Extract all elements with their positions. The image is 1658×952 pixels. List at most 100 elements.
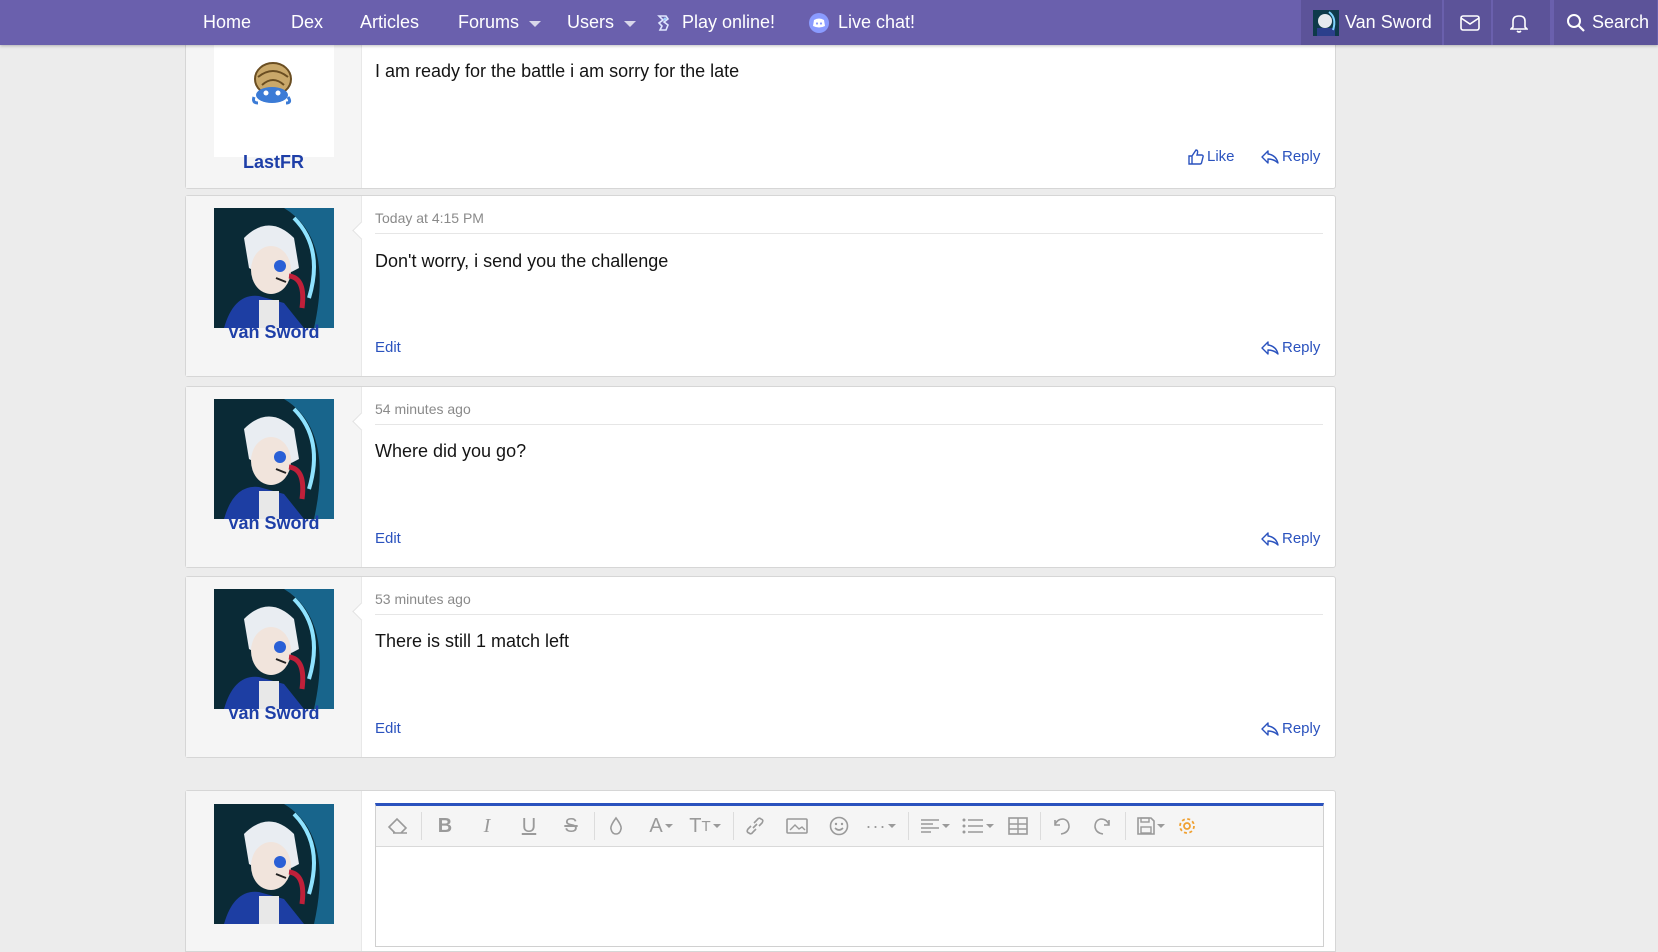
gear-icon[interactable]	[1175, 814, 1199, 838]
size-icon[interactable]: TT	[686, 814, 724, 838]
editor-toolbar: B I U S A TT ···	[376, 806, 1323, 847]
image-icon[interactable]	[785, 814, 809, 838]
nav-home-label: Home	[203, 12, 252, 32]
search-button[interactable]: Search	[1566, 0, 1649, 45]
reply-label: Reply	[1282, 720, 1321, 737]
post-timestamp[interactable]: 53 minutes ago	[375, 591, 471, 607]
post-username[interactable]: LastFR	[186, 152, 361, 173]
avatar	[214, 589, 334, 709]
edit-button[interactable]: Edit	[375, 530, 401, 547]
rich-text-editor[interactable]: B I U S A TT ···	[375, 803, 1324, 947]
nav-home[interactable]: Home	[203, 0, 251, 45]
italic-icon[interactable]: I	[475, 814, 499, 838]
nav-dex-label: Dex	[291, 12, 324, 32]
nav-users[interactable]: Users	[567, 0, 637, 45]
chevron-down-icon	[624, 20, 637, 27]
nav-dex[interactable]: Dex	[291, 0, 323, 45]
avatar	[252, 62, 292, 105]
nav-articles-label: Articles	[360, 12, 420, 32]
reply-icon	[1261, 340, 1279, 355]
post-separator	[375, 614, 1323, 615]
post-separator	[375, 424, 1323, 425]
like-button[interactable]: Like	[1188, 148, 1235, 165]
edit-button[interactable]: Edit	[375, 720, 401, 737]
post-message: There is still 1 match left	[375, 631, 570, 651]
font-icon[interactable]: A	[644, 814, 678, 838]
post-van-sword: Van Sword 54 minutes ago Where did you g…	[185, 386, 1336, 568]
post-message: Don't worry, i send you the challenge	[375, 251, 669, 271]
reply-button[interactable]: Reply	[1261, 339, 1320, 356]
reply-icon	[1261, 531, 1279, 546]
reply-icon	[1261, 149, 1279, 164]
post-message: I am ready for the battle i am sorry for…	[375, 61, 740, 81]
bold-icon[interactable]: B	[433, 814, 457, 838]
reply-button[interactable]: Reply	[1261, 148, 1320, 165]
link-icon[interactable]	[743, 814, 767, 838]
post-user-cell: LastFR	[186, 21, 362, 188]
alerts-button[interactable]	[1510, 0, 1528, 45]
undo-icon[interactable]	[1049, 814, 1073, 838]
inbox-button[interactable]	[1460, 0, 1480, 45]
search-label: Search	[1592, 12, 1650, 32]
reply-icon	[1261, 721, 1279, 736]
nav-play-label: Play online!	[682, 12, 776, 32]
reply-button[interactable]: Reply	[1261, 530, 1320, 547]
color-icon[interactable]	[604, 814, 628, 838]
mail-icon	[1460, 14, 1480, 31]
save-icon[interactable]	[1133, 814, 1169, 838]
chevron-down-icon	[529, 20, 542, 27]
thumbs-up-icon	[1188, 148, 1204, 165]
align-icon[interactable]	[916, 814, 954, 838]
underline-icon[interactable]: U	[517, 814, 541, 838]
toolbar-separator	[908, 812, 909, 840]
post-username[interactable]: Van Sword	[186, 513, 361, 534]
quick-reply: B I U S A TT ···	[185, 790, 1336, 952]
strike-icon[interactable]: S	[559, 814, 583, 838]
nav-live-chat-label: Live chat!	[838, 12, 916, 32]
reply-button[interactable]: Reply	[1261, 720, 1320, 737]
reply-label: Reply	[1282, 148, 1321, 165]
post-lastfr: LastFR I am ready for the battle i am so…	[185, 20, 1336, 189]
post-username[interactable]: Van Sword	[186, 322, 361, 343]
avatar	[214, 399, 334, 519]
post-separator	[375, 233, 1323, 234]
nav-forums-label: Forums	[458, 12, 520, 32]
toolbar-separator	[1125, 812, 1126, 840]
top-navigation: Home Dex Articles Forums Users Play onli…	[0, 0, 1658, 45]
nav-play-online[interactable]: Play online!	[656, 0, 775, 45]
table-icon[interactable]	[1006, 814, 1030, 838]
nav-divider	[1491, 0, 1493, 45]
redo-icon[interactable]	[1091, 814, 1115, 838]
eraser-icon[interactable]	[386, 814, 410, 838]
toolbar-separator	[1040, 812, 1041, 840]
post-van-sword: Van Sword 53 minutes ago There is still …	[185, 576, 1336, 758]
toolbar-separator	[594, 812, 595, 840]
more-icon[interactable]: ···	[861, 814, 901, 838]
avatar	[214, 804, 334, 924]
post-van-sword: Van Sword Today at 4:15 PM Don't worry, …	[185, 195, 1336, 377]
toolbar-separator	[421, 812, 422, 840]
reply-label: Reply	[1282, 339, 1321, 356]
avatar	[1313, 9, 1339, 36]
post-user-cell	[186, 791, 362, 951]
nav-articles[interactable]: Articles	[360, 0, 419, 45]
account-button[interactable]: Van Sword	[1313, 0, 1432, 45]
search-icon	[1567, 13, 1585, 32]
nav-forums[interactable]: Forums	[458, 0, 542, 45]
post-username[interactable]: Van Sword	[186, 703, 361, 724]
edit-button[interactable]: Edit	[375, 339, 401, 356]
post-message: Where did you go?	[375, 441, 527, 461]
reply-label: Reply	[1282, 530, 1321, 547]
pokeball-play-icon	[657, 14, 670, 31]
bell-icon	[1510, 14, 1528, 33]
list-icon[interactable]	[958, 814, 998, 838]
nav-divider	[1550, 0, 1554, 45]
post-timestamp[interactable]: 54 minutes ago	[375, 401, 471, 417]
nav-users-label: Users	[567, 12, 615, 32]
post-timestamp[interactable]: Today at 4:15 PM	[375, 210, 484, 226]
discord-icon	[809, 12, 829, 33]
post-user-cell: Van Sword	[186, 196, 362, 376]
post-user-cell: Van Sword	[186, 387, 362, 567]
nav-live-chat[interactable]: Live chat!	[808, 0, 915, 45]
smile-icon[interactable]	[827, 814, 851, 838]
